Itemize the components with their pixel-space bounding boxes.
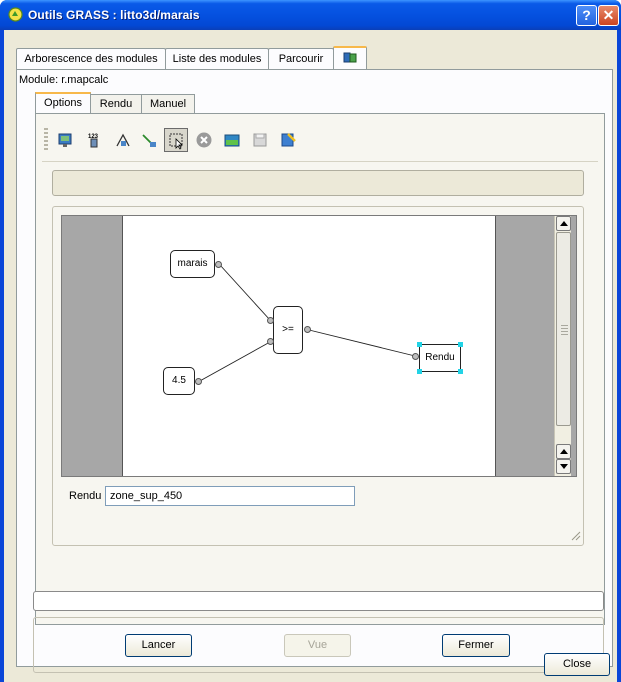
window-title: Outils GRASS : litto3d/marais — [28, 8, 200, 22]
output-name-input[interactable] — [105, 486, 355, 506]
tab-module[interactable] — [333, 46, 367, 70]
options-panel: 123 marais 4.5 >= Rendu Rendu zone_sup_4… — [35, 113, 605, 625]
output-port[interactable] — [195, 378, 202, 385]
diagram-canvas[interactable]: marais 4.5 >= Rendu — [122, 216, 496, 476]
close-button[interactable]: Close — [544, 653, 610, 676]
selection-handle[interactable] — [458, 369, 463, 374]
scroll-thumb[interactable] — [556, 232, 571, 426]
add-map-icon[interactable] — [54, 128, 78, 152]
expression-display — [52, 170, 584, 196]
window-close-button[interactable]: ✕ — [598, 5, 619, 26]
output-row: Rendu — [53, 485, 585, 509]
add-constant-icon[interactable]: 123 — [82, 128, 106, 152]
close-module-button[interactable]: Fermer — [442, 634, 510, 657]
input-port[interactable] — [267, 338, 274, 345]
operator-node[interactable]: >= — [273, 306, 303, 354]
view-button[interactable]: Vue — [284, 634, 351, 657]
qgis-app-icon — [8, 7, 23, 22]
run-button[interactable]: Lancer — [125, 634, 192, 657]
output-node[interactable]: Rendu — [419, 344, 461, 372]
input-port[interactable] — [412, 353, 419, 360]
window-client-area: Arborescence des modules Liste des modul… — [4, 30, 617, 682]
add-connection-icon[interactable] — [138, 128, 162, 152]
node-label: 4.5 — [172, 375, 186, 386]
save-icon[interactable] — [248, 128, 272, 152]
selection-handle[interactable] — [458, 342, 463, 347]
output-port[interactable] — [215, 261, 222, 268]
progress-bar — [33, 591, 604, 611]
output-port[interactable] — [304, 326, 311, 333]
node-label: Rendu — [425, 352, 455, 363]
module-name: Module: r.mapcalc — [19, 74, 109, 86]
scroll-grip — [561, 325, 568, 335]
mapcalc-toolbar: 123 — [42, 124, 598, 156]
help-button[interactable]: ? — [576, 5, 597, 26]
diagram-group: marais 4.5 >= Rendu Rendu zone_sup_450 — [52, 206, 584, 546]
scroll-up-button[interactable] — [556, 216, 571, 231]
output-label: Rendu — [69, 490, 102, 502]
tab-manual[interactable]: Manuel — [141, 94, 195, 114]
title-bar[interactable]: Outils GRASS : litto3d/marais ? ✕ — [0, 0, 621, 30]
scroll-down-button[interactable] — [556, 459, 571, 474]
tab-options[interactable]: Options — [35, 92, 91, 114]
toolbar-separator — [42, 161, 598, 162]
selection-handle[interactable] — [417, 342, 422, 347]
add-operator-icon[interactable] — [112, 128, 136, 152]
tab-module-list[interactable]: Liste des modules — [165, 48, 269, 70]
selection-handle[interactable] — [417, 369, 422, 374]
grass-tools-window: Outils GRASS : litto3d/marais ? ✕ Arbore… — [0, 0, 621, 682]
vertical-scrollbar[interactable] — [554, 216, 571, 476]
module-panel: Module: r.mapcalc Options Rendu Manuel 1… — [16, 69, 613, 673]
toolbar-grip[interactable] — [44, 128, 48, 152]
node-label: >= — [282, 324, 294, 335]
constant-node[interactable]: 4.5 — [163, 367, 195, 395]
node-label: marais — [177, 258, 208, 269]
tab-browse[interactable]: Parcourir — [268, 48, 334, 70]
resize-grip-icon[interactable] — [569, 529, 581, 541]
map-node-marais[interactable]: marais — [170, 250, 215, 278]
select-icon[interactable] — [164, 128, 188, 152]
scroll-step-up-button[interactable] — [556, 444, 571, 459]
module-icon — [343, 52, 357, 63]
tab-module-tree[interactable]: Arborescence des modules — [16, 48, 166, 70]
input-port[interactable] — [267, 317, 274, 324]
load-icon[interactable] — [220, 128, 244, 152]
diagram-view[interactable]: marais 4.5 >= Rendu — [61, 215, 577, 477]
action-buttons: Lancer Vue Fermer — [33, 617, 604, 673]
delete-icon[interactable] — [192, 128, 216, 152]
tab-output[interactable]: Rendu — [90, 94, 142, 114]
clear-icon[interactable] — [276, 128, 300, 152]
